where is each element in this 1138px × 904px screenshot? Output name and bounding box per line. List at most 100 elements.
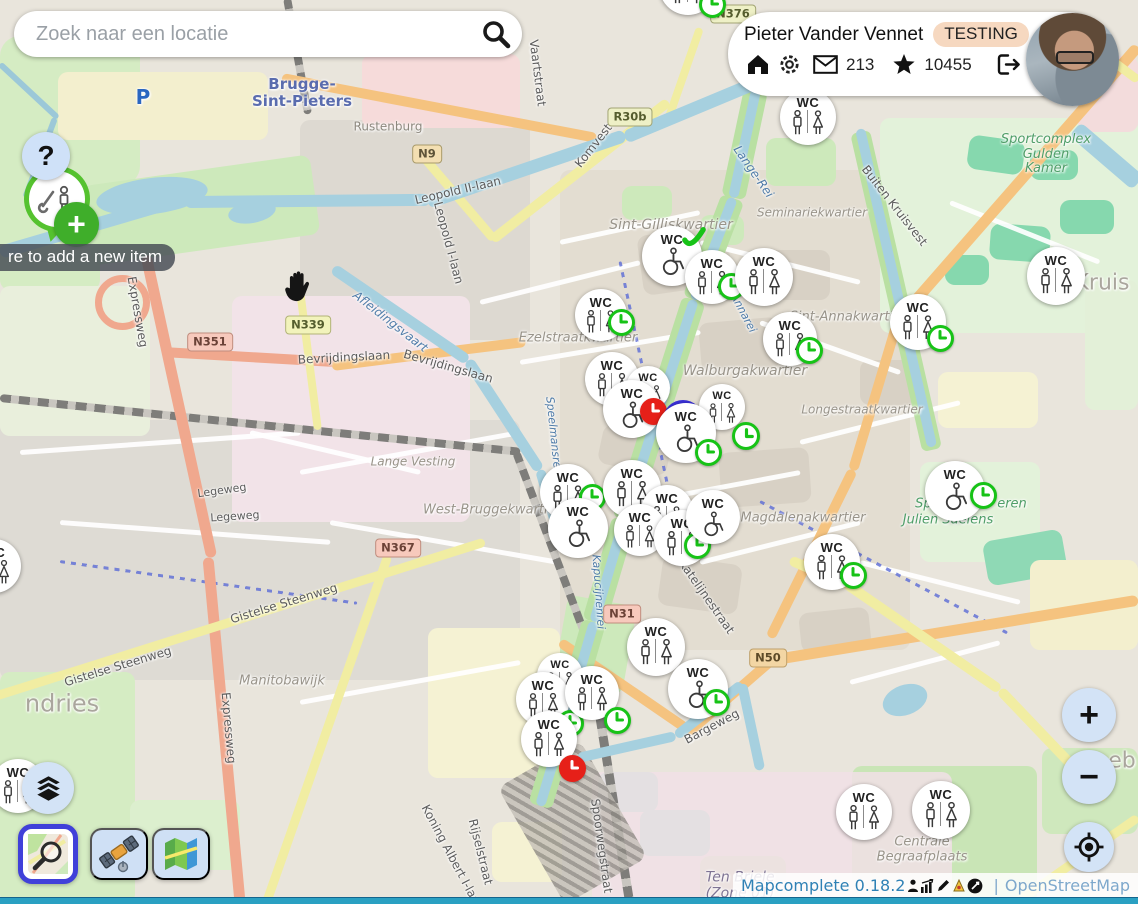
attribution-left: Mapcomplete 0.18.2 — [733, 873, 987, 898]
toilet-marker[interactable]: WC — [804, 534, 860, 590]
marker-wc-label: WC — [532, 679, 555, 692]
toilet-marker[interactable]: WC — [912, 781, 970, 839]
attribution-osm: | OpenStreetMap — [987, 873, 1138, 898]
messages-icon[interactable] — [813, 55, 838, 74]
opening-hours-open-badge — [796, 337, 823, 364]
marker-pictograms — [747, 269, 782, 297]
opening-hours-open-badge — [703, 689, 730, 716]
user-avatar[interactable] — [1026, 13, 1119, 106]
marker-pictograms — [639, 639, 674, 667]
zoom-out-button[interactable]: − — [1062, 750, 1116, 804]
toilet-marker[interactable]: WC — [890, 294, 946, 350]
toilet-marker[interactable]: WC — [659, 0, 717, 15]
zoom-in-button[interactable]: + — [1062, 688, 1116, 742]
map-viewport[interactable]: Brugge- Sint-PietersRustenburgKomvestLeo… — [0, 0, 1138, 904]
marker-wc-label: WC — [930, 788, 953, 801]
opening-hours-open-badge — [840, 562, 867, 589]
search-bar — [14, 11, 522, 57]
toilet-marker[interactable]: WC — [0, 539, 21, 593]
help-button[interactable]: ? — [22, 132, 70, 180]
user-name[interactable]: Pieter Vander Vennet — [744, 24, 923, 46]
marker-pictograms — [924, 802, 959, 830]
opening-hours-open-badge — [927, 325, 954, 352]
marker-wc-label: WC — [675, 410, 698, 423]
app-version-label[interactable]: Mapcomplete 0.18.2 — [741, 876, 905, 895]
marker-wc-label: WC — [702, 497, 725, 510]
marker-wc-label: WC — [779, 319, 802, 332]
style-satellite-button[interactable] — [90, 828, 148, 880]
marker-wc-label: WC — [821, 541, 844, 554]
marker-pictograms — [564, 519, 593, 548]
marker-pictograms — [700, 511, 726, 537]
style-folded-map-button[interactable] — [152, 828, 210, 880]
opening-hours-closed-badge — [559, 755, 586, 782]
map-markers-layer: WCWCWCWCWCWCWCWCWCWCWCWCWCWCWCWCWCWCWCWC… — [0, 0, 1138, 904]
toilet-marker-wheelchair[interactable]: WC — [925, 461, 985, 521]
edit-pencil-icon[interactable] — [936, 878, 951, 893]
opening-hours-open-badge — [732, 422, 760, 450]
toilet-marker[interactable]: WC — [780, 89, 836, 145]
marker-wc-label: WC — [550, 660, 569, 671]
bottom-accent-bar — [0, 897, 1138, 904]
marker-wc-label: WC — [656, 492, 679, 505]
add-plus-badge[interactable]: + — [54, 202, 99, 247]
toilet-marker-wheelchair[interactable]: WC — [548, 498, 608, 558]
opening-hours-open-badge — [604, 707, 631, 734]
license-icon[interactable] — [967, 878, 983, 894]
toilet-marker[interactable]: WC — [836, 784, 892, 840]
marker-wc-label: WC — [753, 255, 776, 268]
toilet-marker[interactable]: WC — [1027, 247, 1085, 305]
toilet-marker[interactable]: WC — [565, 666, 619, 720]
toilet-marker-wheelchair[interactable]: WC — [686, 490, 740, 544]
opening-hours-open-badge — [608, 309, 635, 336]
statistics-icon[interactable] — [920, 879, 935, 893]
marker-wc-label: WC — [601, 359, 624, 372]
satellite-icon — [97, 834, 141, 874]
marker-pictograms — [0, 560, 11, 586]
geolocate-button[interactable] — [1064, 822, 1114, 872]
settings-gear-icon[interactable] — [778, 53, 801, 76]
marker-wc-label: WC — [567, 505, 590, 518]
attribution-icons — [907, 878, 983, 894]
stars-count[interactable]: 10455 — [924, 55, 971, 75]
osm-link[interactable]: OpenStreetMap — [1005, 876, 1130, 895]
toilet-marker-wheelchair[interactable]: WC — [656, 403, 716, 463]
theme-logo-icon[interactable] — [952, 879, 966, 893]
opening-hours-open-badge — [695, 439, 722, 466]
style-osm-carto-button[interactable] — [18, 824, 78, 884]
toilet-marker-wheelchair[interactable]: WC — [668, 659, 728, 719]
marker-pictograms — [791, 110, 825, 137]
testing-badge: TESTING — [933, 22, 1029, 47]
toilet-marker[interactable]: WC — [735, 248, 793, 306]
logout-icon[interactable] — [996, 53, 1022, 76]
attribution-bar: Mapcomplete 0.18.2 | OpenStreetMap — [733, 873, 1138, 898]
marker-wc-label: WC — [853, 791, 876, 804]
contributors-icon[interactable] — [907, 879, 919, 893]
marker-wc-label: WC — [629, 511, 652, 524]
marker-wc-label: WC — [590, 296, 613, 309]
home-icon[interactable] — [746, 53, 770, 76]
marker-wc-label: WC — [0, 546, 5, 559]
hand-cursor-icon — [280, 266, 313, 302]
messages-count[interactable]: 213 — [846, 55, 874, 75]
toilet-marker-wheelchair[interactable]: WC — [603, 380, 661, 438]
marker-wc-label: WC — [907, 301, 930, 314]
search-input[interactable] — [34, 22, 480, 47]
marker-wc-label: WC — [797, 96, 820, 109]
attribution-separator: | — [993, 876, 998, 895]
toilet-marker[interactable]: WC — [685, 250, 739, 304]
geolocate-icon — [1073, 831, 1105, 863]
osm-map-magnifier-icon — [27, 833, 69, 875]
toilet-marker[interactable]: WC — [763, 312, 817, 366]
layers-button[interactable] — [22, 762, 74, 814]
toilet-marker[interactable]: WC — [521, 711, 577, 767]
marker-wc-label: WC — [701, 257, 724, 270]
marker-pictograms — [624, 525, 656, 550]
add-item-tooltip: re to add a new item — [0, 244, 175, 271]
toilet-marker[interactable]: WC — [575, 289, 627, 341]
marker-wc-label: WC — [557, 471, 580, 484]
search-icon[interactable] — [480, 18, 512, 50]
marker-wc-label: WC — [621, 467, 644, 480]
marker-pictograms — [576, 687, 609, 713]
opening-hours-open-badge — [699, 0, 726, 18]
